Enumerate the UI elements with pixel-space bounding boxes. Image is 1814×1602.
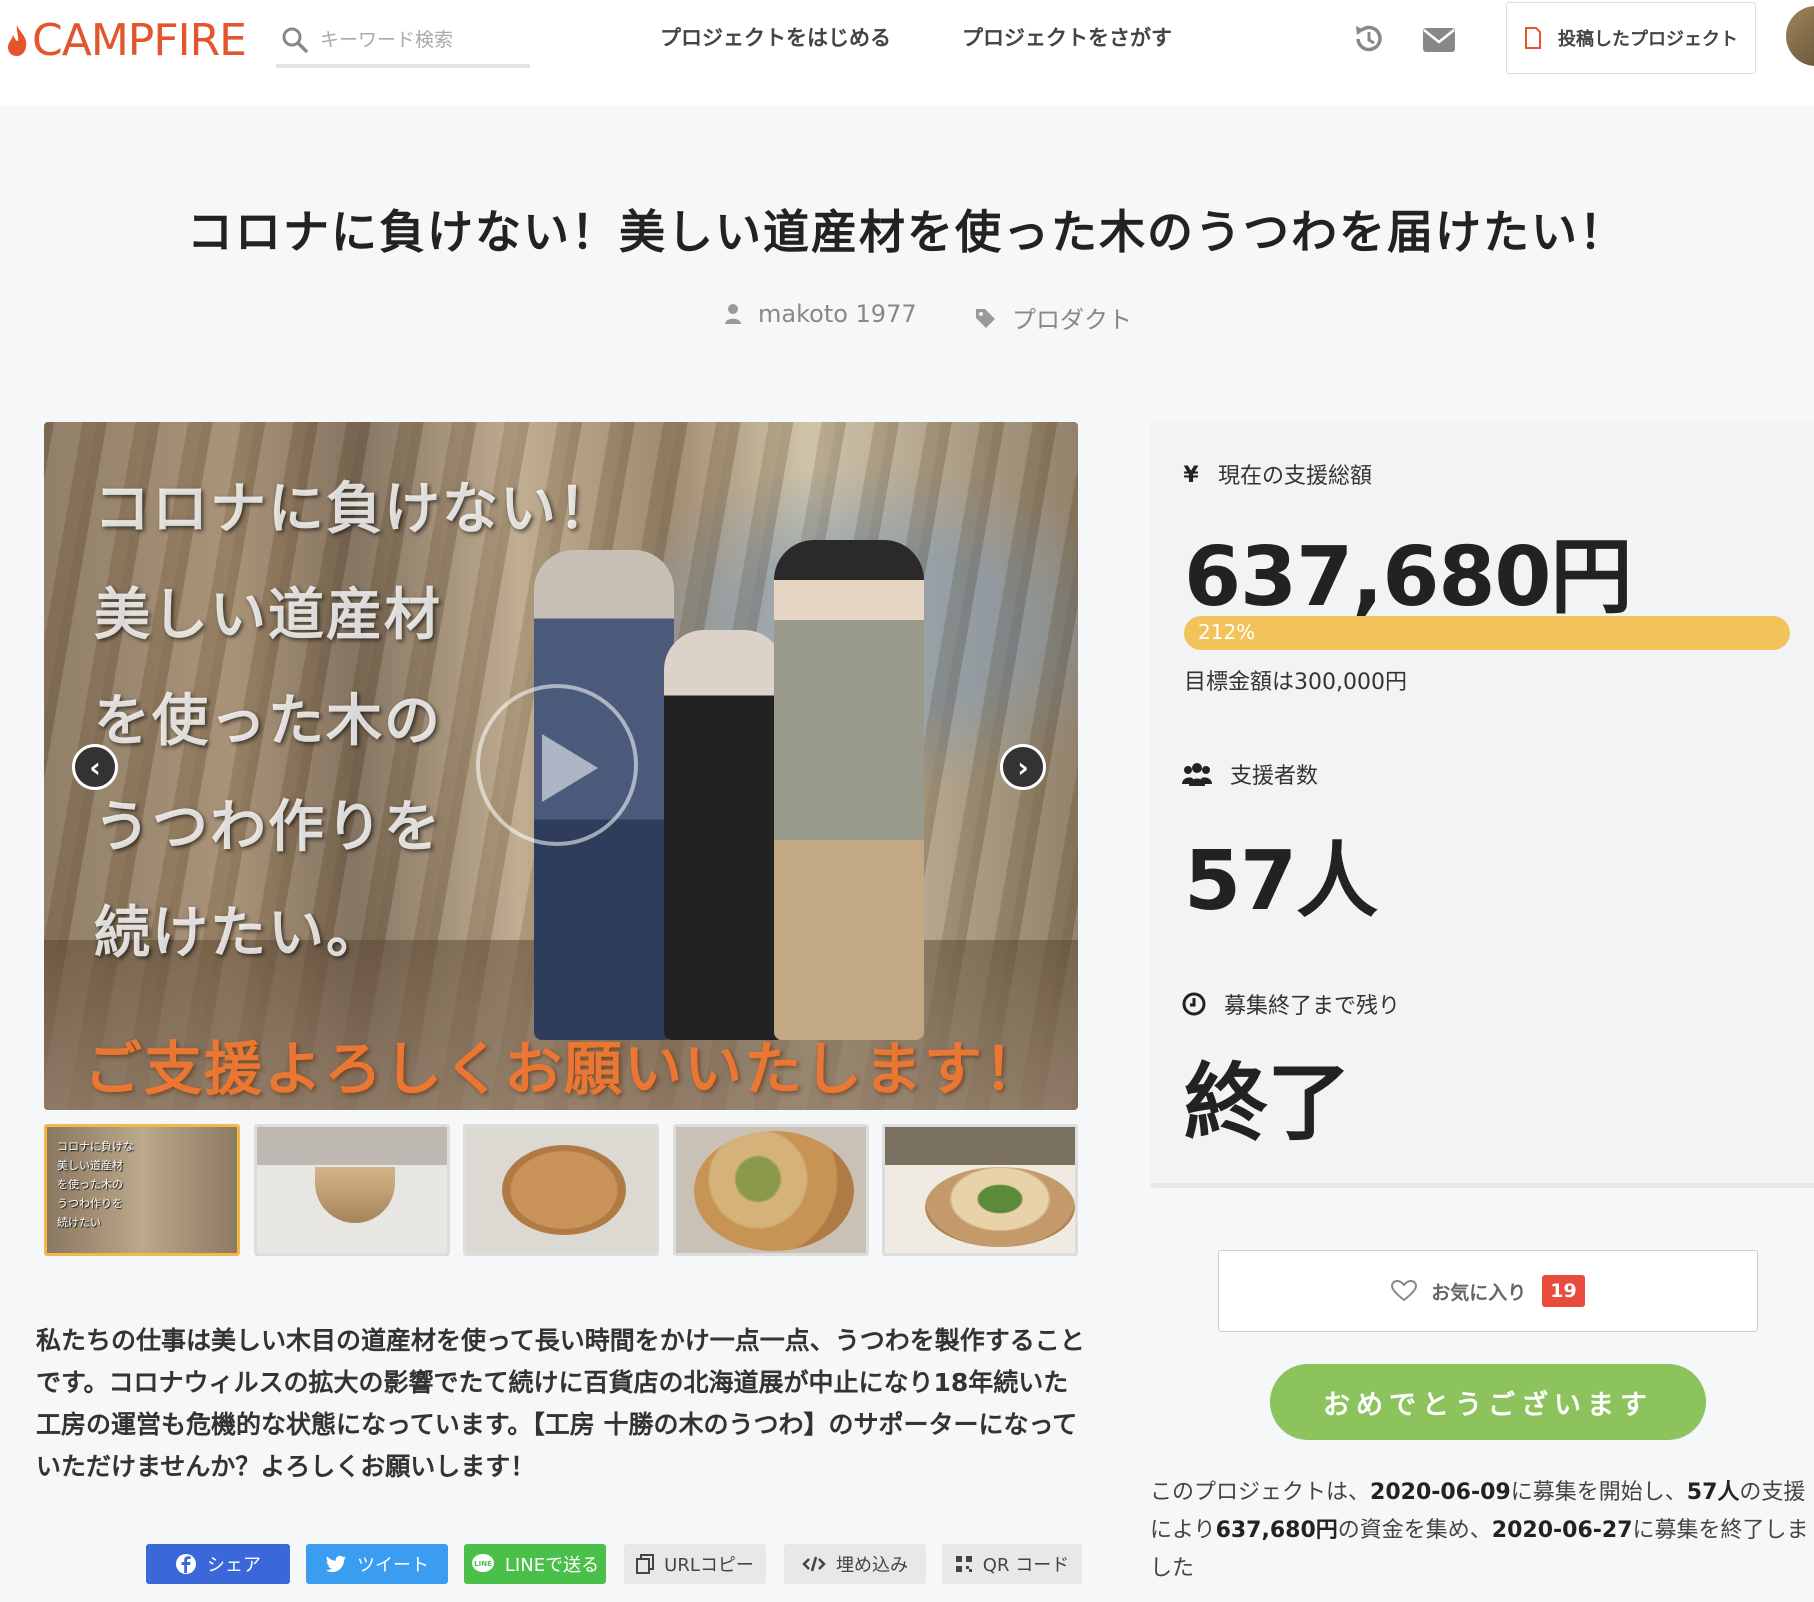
- image-caption-line: 美しい道産材: [94, 583, 442, 648]
- total-label: ¥ 現在の支援総額: [1183, 463, 1373, 489]
- image-caption-line: 続けたい。: [94, 901, 384, 966]
- twitter-share-button[interactable]: ツイート: [306, 1544, 448, 1584]
- image-caption-bottom: ご支援よろしくお願いいたします！: [84, 1035, 1045, 1103]
- category-name: プロダクト: [1012, 306, 1132, 334]
- main-project-image[interactable]: コロナに負けない！ 美しい道産材 を使った木の うつわ作りを 続けたい。 ご支援…: [44, 422, 1078, 1110]
- qr-code-button[interactable]: QR コード: [942, 1544, 1082, 1584]
- favorite-count-badge: 19: [1542, 1275, 1585, 1307]
- embed-button[interactable]: 埋め込み: [784, 1544, 926, 1584]
- congrats-button[interactable]: おめでとうございます: [1270, 1364, 1706, 1440]
- favorite-label: お気に入り: [1431, 1281, 1527, 1304]
- thumbnail-5[interactable]: [882, 1124, 1078, 1256]
- twitter-share-label: ツイート: [357, 1555, 429, 1576]
- tag-icon: [976, 308, 995, 328]
- plate-photo: [502, 1145, 626, 1235]
- project-category[interactable]: プロダクト: [974, 300, 1132, 335]
- yen-icon: ¥: [1183, 463, 1199, 486]
- funding-stats-panel: ¥ 現在の支援総額 637,680円 212% 目標金額は300,000円 支援…: [1150, 422, 1814, 1188]
- food-plate-photo: [693, 1131, 854, 1251]
- line-share-label: LINEで送る: [504, 1555, 600, 1576]
- start-date: 2020-06-09: [1370, 1480, 1511, 1505]
- my-projects-button[interactable]: 投稿したプロジェクト: [1506, 2, 1756, 74]
- backers-count: 57人: [1184, 834, 1378, 929]
- qr-icon: [955, 1556, 972, 1572]
- code-icon: [802, 1556, 826, 1572]
- thumbnail-1[interactable]: コロナに負けな 美しい道産材 を使った木の うつわ作りを 続けたい: [44, 1124, 240, 1256]
- summary-amount: 637,680円: [1215, 1518, 1338, 1543]
- total-amount: 637,680円: [1184, 530, 1632, 625]
- url-copy-button[interactable]: URLコピー: [624, 1544, 766, 1584]
- qr-code-label: QR コード: [982, 1555, 1070, 1576]
- summary-backers: 57人: [1686, 1480, 1740, 1505]
- progress-fill: [1184, 616, 1790, 650]
- copy-icon: [636, 1554, 655, 1574]
- thumbnail-strip: コロナに負けな 美しい道産材 を使った木の うつわ作りを 続けたい: [44, 1124, 1078, 1256]
- end-date: 2020-06-27: [1491, 1518, 1633, 1543]
- logo-text: CAMPFIRE: [32, 14, 247, 66]
- history-icon[interactable]: [1350, 20, 1388, 58]
- person-photo: [774, 540, 924, 1040]
- image-caption-line: を使った木の: [94, 689, 442, 754]
- thumbnail-3[interactable]: [463, 1124, 659, 1256]
- embed-label: 埋め込み: [836, 1555, 908, 1576]
- thumbnail-4[interactable]: [672, 1124, 869, 1256]
- flame-icon: [8, 25, 27, 56]
- goal-amount: 目標金額は300,000円: [1184, 670, 1407, 695]
- play-video-icon[interactable]: [476, 684, 638, 846]
- url-copy-label: URLコピー: [664, 1555, 754, 1576]
- svg-text:LINE: LINE: [474, 1560, 492, 1568]
- line-icon: LINE: [471, 1554, 494, 1572]
- facebook-share-label: シェア: [207, 1555, 261, 1576]
- twitter-icon: [326, 1555, 346, 1572]
- heart-icon: [1391, 1280, 1418, 1302]
- thumbnail-2[interactable]: [253, 1124, 450, 1256]
- project-title: コロナに負けない！美しい道産材を使った木のうつわを届けたい！: [187, 205, 1627, 259]
- site-header: CAMPFIRE プロジェクトをはじめる プロジェクトをさがす 投稿したプロジェ…: [0, 0, 1814, 106]
- users-icon: [1182, 763, 1212, 786]
- mail-icon[interactable]: [1420, 20, 1458, 58]
- user-icon: [725, 304, 741, 324]
- nav-start-project[interactable]: プロジェクトをはじめる: [660, 22, 891, 52]
- progress-percent: 212%: [1198, 620, 1256, 644]
- my-projects-label: 投稿したプロジェクト: [1558, 29, 1738, 50]
- funding-progress-bar: 212%: [1184, 616, 1790, 650]
- search-icon: [282, 27, 308, 53]
- remaining-label: 募集終了まで残り: [1182, 988, 1400, 1020]
- person-photo: [664, 630, 784, 1040]
- project-owner[interactable]: makoto 1977: [724, 300, 917, 328]
- document-icon: [1525, 27, 1541, 49]
- owner-name: makoto 1977: [758, 300, 917, 328]
- svg-text:¥: ¥: [1183, 463, 1199, 486]
- salad-plate-photo: [925, 1167, 1075, 1247]
- facebook-icon: [176, 1554, 196, 1574]
- line-share-button[interactable]: LINE LINEで送る: [464, 1544, 606, 1584]
- facebook-share-button[interactable]: シェア: [146, 1544, 290, 1584]
- search-box[interactable]: [276, 16, 530, 68]
- favorite-button[interactable]: お気に入り 19: [1218, 1250, 1758, 1332]
- project-summary: このプロジェクトは、2020-06-09に募集を開始し、57人の支援により637…: [1150, 1480, 1809, 1581]
- search-input[interactable]: [320, 29, 520, 51]
- clock-icon: [1182, 992, 1206, 1016]
- prev-arrow-icon[interactable]: ‹: [72, 744, 118, 790]
- nav-find-project[interactable]: プロジェクトをさがす: [962, 22, 1172, 52]
- bowl-photo: [314, 1167, 395, 1223]
- image-caption-line: コロナに負けない！: [94, 477, 616, 542]
- next-arrow-icon[interactable]: ›: [1000, 744, 1046, 790]
- backers-label: 支援者数: [1182, 758, 1318, 790]
- campfire-logo[interactable]: CAMPFIRE: [4, 14, 247, 66]
- image-caption-line: うつわ作りを: [94, 795, 442, 860]
- remaining-value: 終了: [1184, 1054, 1351, 1152]
- project-description: 私たちの仕事は美しい木目の道産材を使って長い時間をかけ一点一点、うつわを製作する…: [36, 1326, 1085, 1481]
- user-avatar[interactable]: [1786, 6, 1814, 66]
